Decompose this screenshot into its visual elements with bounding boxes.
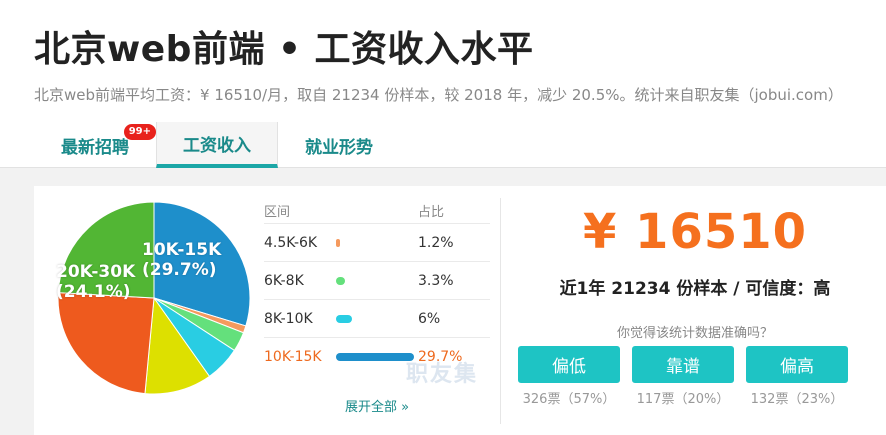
- vote-count: 117票（20%）: [636, 392, 730, 407]
- watermark-logo: 职友集: [406, 362, 479, 387]
- header-range: 区间: [264, 205, 291, 220]
- tab-label: 工资收入: [183, 135, 251, 156]
- table-row: 4.5K-6K 1.2%: [264, 224, 490, 262]
- salary-pie-chart: 10K-15K (29.7%) 20K-30K (24.1%): [56, 200, 252, 396]
- row-bar: [336, 276, 345, 285]
- vote-accurate: 靠谱 117票（20%）: [632, 346, 734, 407]
- pie-label-pct: (24.1%): [56, 282, 131, 302]
- accuracy-question: 你觉得该统计数据准确吗？: [616, 326, 773, 341]
- tab-label: 最新招聘: [61, 137, 129, 158]
- tab-employment[interactable]: 就业形势: [278, 122, 400, 168]
- row-pct: 6%: [418, 310, 441, 327]
- vote-group: 偏低 326票（57%） 靠谱 117票（20%） 偏高 132票（23%）: [518, 346, 848, 407]
- tab-label: 就业形势: [305, 137, 373, 158]
- vote-high: 偏高 132票（23%）: [746, 346, 848, 407]
- vote-count: 326票（57%）: [522, 392, 616, 407]
- row-range: 6K-8K: [264, 272, 304, 289]
- table-header: 区间 占比: [264, 198, 490, 224]
- row-pct: 3.3%: [418, 272, 454, 289]
- vote-accurate-button[interactable]: 靠谱: [632, 346, 734, 383]
- row-range: 8K-10K: [264, 310, 313, 327]
- table-row: 6K-8K 3.3%: [264, 262, 490, 300]
- expand-all-link[interactable]: 展开全部 »: [264, 396, 490, 415]
- vote-high-button[interactable]: 偏高: [746, 346, 848, 383]
- tab-salary[interactable]: 工资收入: [156, 122, 278, 168]
- salary-summary: 北京web前端平均工资：¥ 16510/月，取自 21234 份样本，较 201…: [34, 86, 843, 104]
- table-row: 8K-10K 6%: [264, 300, 490, 338]
- pie-label-range: 20K-30K: [56, 262, 136, 282]
- average-salary: ¥ 16510: [582, 204, 808, 260]
- notification-badge: 99+: [123, 124, 156, 140]
- row-range: 4.5K-6K: [264, 234, 318, 251]
- sample-info: 近1年 21234 份样本 / 可信度：高: [559, 279, 831, 299]
- pie-label-20k-30k: 20K-30K (24.1%): [56, 262, 135, 302]
- divider: [500, 198, 501, 424]
- row-pct: 1.2%: [418, 234, 454, 251]
- pie-label-pct: (29.7%): [142, 260, 217, 280]
- vote-count: 132票（23%）: [750, 392, 844, 407]
- page-title: 北京web前端 • 工资收入水平: [34, 29, 534, 70]
- row-bar: [336, 353, 414, 361]
- pie-slice-5: [57, 292, 155, 395]
- pie-label-range: 10K-15K: [142, 240, 222, 260]
- pie-label-10k-15k: 10K-15K (29.7%): [142, 240, 221, 280]
- row-range: 10K-15K: [264, 349, 322, 365]
- vote-low-button[interactable]: 偏低: [518, 346, 620, 383]
- vote-low: 偏低 326票（57%）: [518, 346, 620, 407]
- page-header: 北京web前端 • 工资收入水平 北京web前端平均工资：¥ 16510/月，取…: [0, 0, 886, 168]
- salary-range-table: 区间 占比 4.5K-6K 1.2% 6K-8K 3.3% 8K-10K 6% …: [264, 198, 490, 376]
- salary-card: 10K-15K (29.7%) 20K-30K (24.1%) 区间 占比 4.…: [34, 186, 886, 435]
- header-pct: 占比: [418, 205, 445, 220]
- tab-bar: 最新招聘 99+ 工资收入 就业形势: [34, 122, 400, 168]
- tab-latest-jobs[interactable]: 最新招聘 99+: [34, 122, 156, 168]
- row-bar: [336, 238, 340, 247]
- row-bar: [336, 314, 352, 323]
